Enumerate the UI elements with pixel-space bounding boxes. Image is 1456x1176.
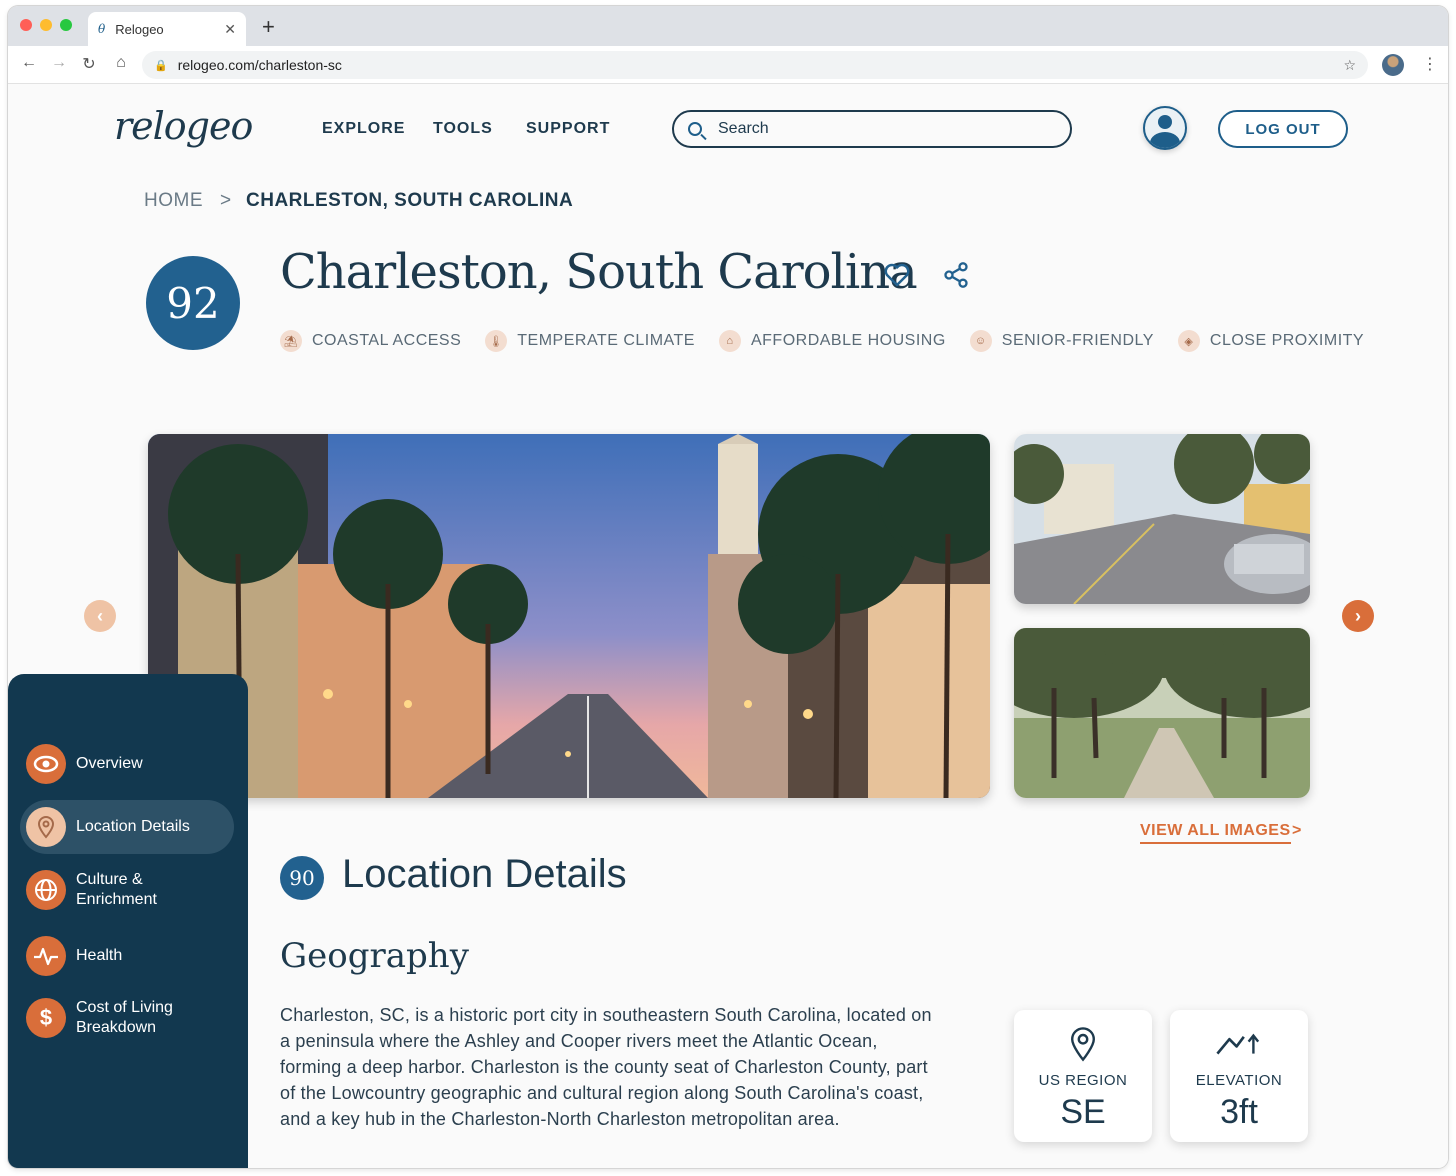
section-sidebar: Overview Location Details Culture & Enri… (8, 674, 248, 1168)
heart-icon[interactable] (882, 260, 912, 290)
browser-tab[interactable]: θ Relogeo ✕ (88, 12, 246, 46)
thermometer-icon: 🌡 (485, 330, 508, 352)
forward-icon[interactable]: → (48, 54, 70, 72)
tag-coastal-access: ⛱ COASTAL ACCESS (280, 330, 461, 352)
sidebar-item-cost-of-living[interactable]: $ Cost of Living Breakdown (26, 998, 206, 1038)
mountain-icon (1216, 1033, 1260, 1055)
sidebar-item-label: Cost of Living Breakdown (76, 999, 173, 1036)
user-avatar-button[interactable] (1143, 106, 1187, 150)
tag-label: CLOSE PROXIMITY (1209, 332, 1365, 349)
senior-icon: ☺ (969, 330, 992, 352)
user-body-shape (1150, 132, 1180, 148)
tab-bar: θ Relogeo ✕ + (8, 6, 1448, 46)
tag-label: COASTAL ACCESS (312, 332, 462, 349)
new-tab-icon[interactable]: + (262, 14, 275, 40)
stat-value: 3ft (1220, 1093, 1258, 1131)
nav-support[interactable]: SUPPORT (526, 120, 610, 138)
oak-avenue-photo[interactable] (1014, 628, 1310, 798)
stat-value: SE (1060, 1093, 1106, 1131)
back-icon[interactable]: ← (18, 54, 40, 72)
pulse-icon (26, 936, 66, 976)
breadcrumb-home[interactable]: HOME (144, 190, 203, 212)
browser-menu-icon[interactable]: ⋮ (1422, 54, 1438, 74)
close-window-button[interactable] (20, 19, 32, 31)
nav-tools[interactable]: TOOLS (433, 120, 493, 138)
home-icon[interactable]: ⌂ (110, 54, 132, 72)
url-field[interactable]: 🔒 relogeo.com/charleston-sc ☆ (142, 51, 1368, 79)
geography-heading: Geography (280, 936, 469, 976)
street-photo[interactable] (1014, 434, 1310, 604)
tag-label: SENIOR-FRIENDLY (1001, 332, 1154, 349)
search-placeholder: Search (718, 120, 769, 137)
gallery-next-button[interactable]: › (1342, 600, 1374, 632)
search-input[interactable]: Search (672, 110, 1072, 148)
browser-profile-avatar[interactable] (1382, 54, 1404, 76)
url-text: relogeo.com/charleston-sc (177, 57, 342, 73)
address-bar: ← → ↻ ⌂ 🔒 relogeo.com/charleston-sc ☆ ⋮ (8, 46, 1448, 84)
section-score-badge: 90 (280, 856, 324, 900)
sidebar-item-location-details[interactable]: Location Details (20, 800, 234, 854)
lock-icon: 🔒 (154, 59, 168, 72)
sidebar-item-label: Location Details (76, 818, 190, 835)
logout-button[interactable]: LOG OUT (1218, 110, 1348, 148)
city-tags: ⛱ COASTAL ACCESS 🌡 TEMPERATE CLIMATE ⌂ A… (280, 330, 1364, 352)
stat-label: US REGION (1038, 1072, 1128, 1089)
site-logo[interactable]: relogeo (114, 104, 253, 148)
search-icon (688, 122, 702, 136)
stat-label: ELEVATION (1195, 1072, 1283, 1089)
tag-label: AFFORDABLE HOUSING (750, 332, 946, 349)
tag-affordable-housing: ⌂ AFFORDABLE HOUSING (718, 330, 946, 352)
view-all-images-link[interactable]: VIEW ALL IMAGES (1140, 822, 1291, 844)
globe-icon (26, 870, 66, 910)
house-icon: ⌂ (718, 330, 741, 352)
browser-window: θ Relogeo ✕ + ← → ↻ ⌂ 🔒 relogeo.com/char… (8, 6, 1448, 1168)
section-title: Location Details (342, 852, 627, 896)
sidebar-item-label: Culture & Enrichment (76, 871, 157, 908)
page-content: relogeo EXPLORE TOOLS SUPPORT Search LOG… (8, 84, 1448, 1168)
geography-paragraph: Charleston, SC, is a historic port city … (280, 1005, 932, 1129)
elevation-card: ELEVATION 3ft (1170, 1010, 1308, 1142)
location-icon: ◈ (1177, 330, 1200, 352)
city-score-badge: 92 (146, 256, 240, 350)
breadcrumb-current: CHARLESTON, SOUTH CAROLINA (246, 190, 574, 211)
main-city-photo[interactable] (148, 434, 990, 798)
sidebar-item-label: Overview (76, 755, 143, 772)
tag-senior-friendly: ☺ SENIOR-FRIENDLY (969, 330, 1154, 352)
sidebar-item-culture[interactable]: Culture & Enrichment (26, 870, 206, 910)
tag-label: TEMPERATE CLIMATE (517, 332, 695, 349)
us-region-card: US REGION SE (1014, 1010, 1152, 1142)
tab-title: Relogeo (115, 21, 164, 37)
beach-icon: ⛱ (280, 330, 302, 352)
map-pin-icon (1070, 1027, 1096, 1062)
reload-icon[interactable]: ↻ (78, 54, 100, 74)
tag-temperate-climate: 🌡 TEMPERATE CLIMATE (485, 330, 695, 352)
tag-close-proximity: ◈ CLOSE PROXIMITY (1177, 330, 1365, 352)
bookmark-star-icon[interactable]: ☆ (1343, 57, 1356, 74)
sidebar-item-overview[interactable]: Overview (26, 744, 143, 784)
chevron-right-icon[interactable]: > (1292, 822, 1301, 840)
breadcrumb-separator: > (220, 190, 232, 211)
share-icon[interactable] (942, 260, 970, 290)
page-title: Charleston, South Carolina (280, 244, 918, 300)
user-head-shape (1158, 115, 1172, 129)
dollar-icon: $ (26, 998, 66, 1038)
close-tab-icon[interactable]: ✕ (224, 21, 236, 38)
sidebar-item-label: Health (76, 947, 123, 964)
eye-icon (26, 744, 66, 784)
favicon-icon: θ (98, 22, 106, 36)
minimize-window-button[interactable] (40, 19, 52, 31)
window-controls (20, 19, 72, 31)
map-pin-icon (26, 807, 66, 847)
nav-explore[interactable]: EXPLORE (322, 120, 405, 138)
gallery-prev-button[interactable]: ‹ (84, 600, 116, 632)
sidebar-item-health[interactable]: Health (26, 936, 122, 976)
maximize-window-button[interactable] (60, 19, 72, 31)
